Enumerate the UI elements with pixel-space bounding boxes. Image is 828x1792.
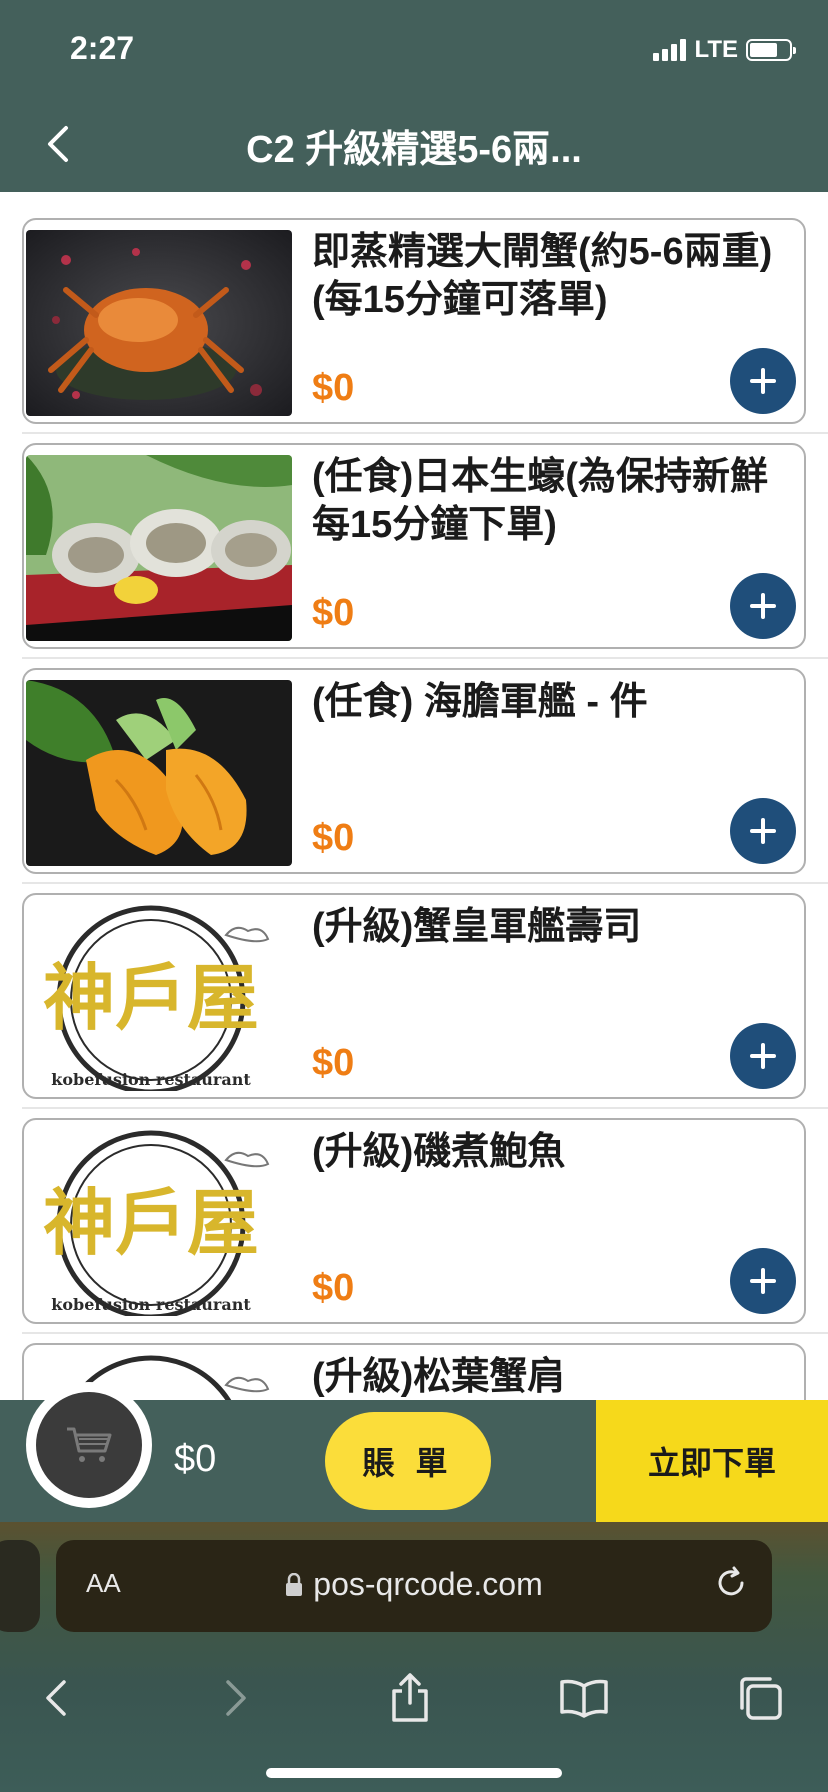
svg-text:神戶屋: 神戶屋 <box>43 1180 259 1265</box>
status-bar: 2:27 LTE <box>0 0 828 96</box>
plus-icon <box>750 818 776 844</box>
browser-back-button[interactable] <box>26 1668 86 1728</box>
oyster-photo <box>26 455 292 641</box>
home-indicator <box>266 1768 562 1778</box>
tabs-button[interactable] <box>730 1668 790 1728</box>
product-name: (任食)日本生蠔(為保持新鮮每15分鐘下單) <box>312 456 768 546</box>
product-name: (升級)磯煮鮑魚 <box>312 1131 566 1173</box>
battery-icon <box>746 39 796 61</box>
lock-icon <box>286 1572 303 1596</box>
product-price: $0 <box>312 817 355 859</box>
restaurant-logo: 神戶屋 kobefusion restaurant <box>26 1130 292 1316</box>
browser-forward-button[interactable] <box>206 1668 266 1728</box>
chevron-left-icon <box>46 1680 66 1716</box>
sea-urchin-photo <box>26 680 292 866</box>
product-name: (升級)松葉蟹肩 <box>312 1356 566 1398</box>
browser-chrome: AA pos-qrcode.com <box>0 1522 828 1792</box>
bookmarks-button[interactable] <box>554 1668 614 1728</box>
back-button[interactable] <box>30 116 86 172</box>
product-card[interactable]: (任食) 海膽軍艦 - 件 $0 <box>22 668 806 874</box>
product-price: $0 <box>312 1042 355 1084</box>
cart-total: $0 <box>174 1438 217 1480</box>
nav-bar: C2 升級精選5-6兩... <box>0 96 828 192</box>
product-card[interactable]: 神戶屋 kobefusion restaurant (升級)磯煮鮑魚 $0 <box>22 1118 806 1324</box>
chevron-left-icon <box>48 126 68 162</box>
share-button[interactable] <box>380 1668 440 1728</box>
previous-tab-edge[interactable] <box>0 1540 40 1632</box>
add-to-cart-button[interactable] <box>730 573 796 639</box>
url-text: pos-qrcode.com <box>313 1566 543 1602</box>
divider <box>22 1107 828 1109</box>
chevron-right-icon <box>226 1680 246 1716</box>
page-title: C2 升級精選5-6兩... <box>246 129 582 171</box>
plus-icon <box>750 368 776 394</box>
divider <box>22 882 828 884</box>
product-price: $0 <box>312 367 355 409</box>
product-name: (升級)蟹皇軍艦壽司 <box>312 906 642 948</box>
tabs-icon <box>740 1677 782 1720</box>
svg-text:kobefusion restaurant: kobefusion restaurant <box>51 1070 251 1089</box>
plus-icon <box>750 1043 776 1069</box>
reload-button[interactable] <box>714 1566 748 1605</box>
svg-text:神戶屋: 神戶屋 <box>43 955 259 1040</box>
plus-icon <box>750 1268 776 1294</box>
status-indicators: LTE <box>653 36 796 64</box>
divider <box>22 432 828 434</box>
add-to-cart-button[interactable] <box>730 1248 796 1314</box>
status-time: 2:27 <box>70 30 135 66</box>
product-price: $0 <box>312 1267 355 1309</box>
product-price: $0 <box>312 592 355 634</box>
reload-icon <box>718 1566 744 1596</box>
signal-icon <box>653 39 687 61</box>
product-card[interactable]: (任食)日本生蠔(為保持新鮮每15分鐘下單) $0 <box>22 443 806 649</box>
product-name: (任食) 海膽軍艦 - 件 <box>312 681 648 723</box>
address-bar[interactable]: AA pos-qrcode.com <box>56 1540 772 1632</box>
svg-text:kobefusion restaurant: kobefusion restaurant <box>51 1295 251 1314</box>
product-card[interactable]: 即蒸精選大閘蟹(約5-6兩重)(每15分鐘可落單) $0 <box>22 218 806 424</box>
add-to-cart-button[interactable] <box>730 798 796 864</box>
place-order-button[interactable]: 立即下單 <box>596 1400 828 1522</box>
browser-toolbar <box>0 1642 828 1752</box>
add-to-cart-button[interactable] <box>730 1023 796 1089</box>
steamed-crab-photo <box>26 230 292 416</box>
share-icon <box>392 1673 428 1722</box>
product-card[interactable]: 神戶屋 kobefusion restaurant (升級)蟹皇軍艦壽司 $0 <box>22 893 806 1099</box>
product-card[interactable]: 神戶屋 (升級)松葉蟹肩 $0 <box>22 1343 806 1400</box>
network-label: LTE <box>694 36 738 63</box>
plus-icon <box>750 593 776 619</box>
divider <box>22 657 828 659</box>
book-icon <box>560 1679 608 1718</box>
divider <box>22 1332 828 1334</box>
product-name: 即蒸精選大閘蟹(約5-6兩重)(每15分鐘可落單) <box>312 231 773 321</box>
cart-button[interactable] <box>26 1382 152 1508</box>
bill-button[interactable]: 賬 單 <box>325 1412 491 1510</box>
cart-bar: $0 賬 單 立即下單 <box>0 1382 828 1522</box>
product-list[interactable]: 即蒸精選大閘蟹(約5-6兩重)(每15分鐘可落單) $0 (任食)日本生蠔(為保… <box>0 192 828 1400</box>
cart-icon <box>67 1427 112 1462</box>
add-to-cart-button[interactable] <box>730 348 796 414</box>
restaurant-logo: 神戶屋 kobefusion restaurant <box>26 905 292 1091</box>
